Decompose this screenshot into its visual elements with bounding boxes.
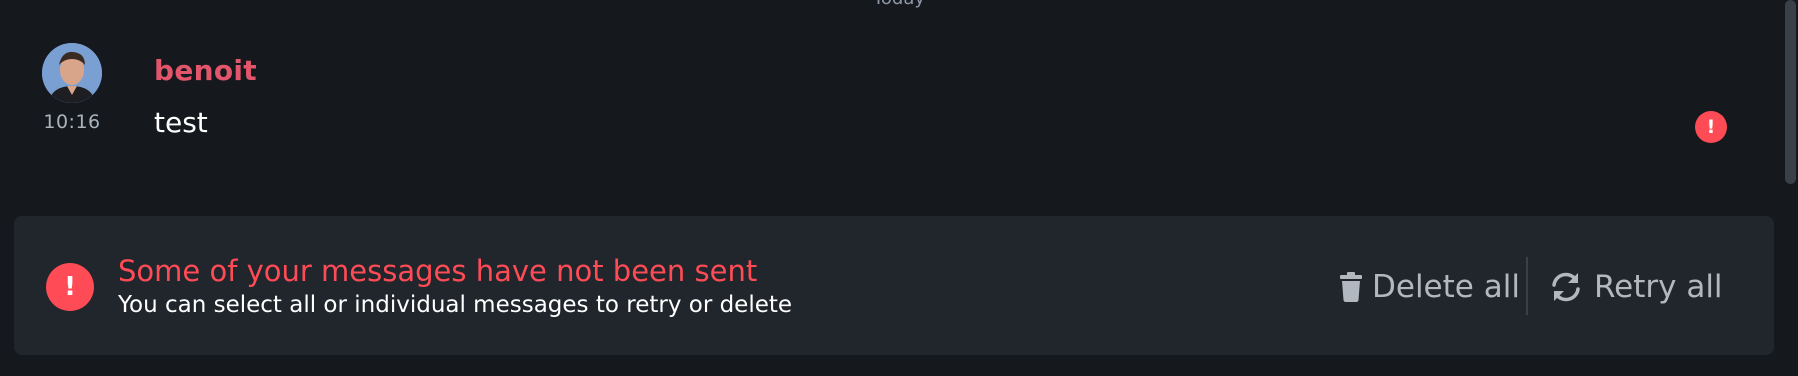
message-error-icon[interactable]: !	[1695, 111, 1727, 143]
exclamation-icon: !	[1706, 116, 1716, 138]
avatar-image	[42, 43, 102, 103]
timeline-scrollbar[interactable]	[1785, 0, 1796, 184]
avatar[interactable]	[42, 43, 102, 103]
banner-subtitle: You can select all or individual message…	[118, 292, 793, 318]
refresh-icon	[1552, 272, 1580, 302]
retry-all-label: Retry all	[1594, 269, 1723, 305]
message-timestamp: 10:16	[43, 111, 101, 133]
exclamation-icon: !	[46, 263, 94, 311]
delete-all-label: Delete all	[1372, 269, 1520, 305]
action-divider	[1526, 257, 1528, 315]
message-event[interactable]: 10:16 benoit test !	[0, 0, 1784, 200]
sender-name[interactable]: benoit	[154, 54, 257, 87]
timeline: Today 10:16 benoit test ! ! Some of your…	[0, 0, 1798, 376]
banner-title: Some of your messages have not been sent	[118, 254, 758, 288]
message-body: test	[154, 106, 208, 139]
retry-all-button[interactable]: Retry all	[1548, 265, 1723, 309]
delete-all-button[interactable]: Delete all	[1340, 265, 1520, 309]
unsent-messages-banner: ! Some of your messages have not been se…	[14, 216, 1774, 355]
trash-icon	[1340, 272, 1362, 302]
